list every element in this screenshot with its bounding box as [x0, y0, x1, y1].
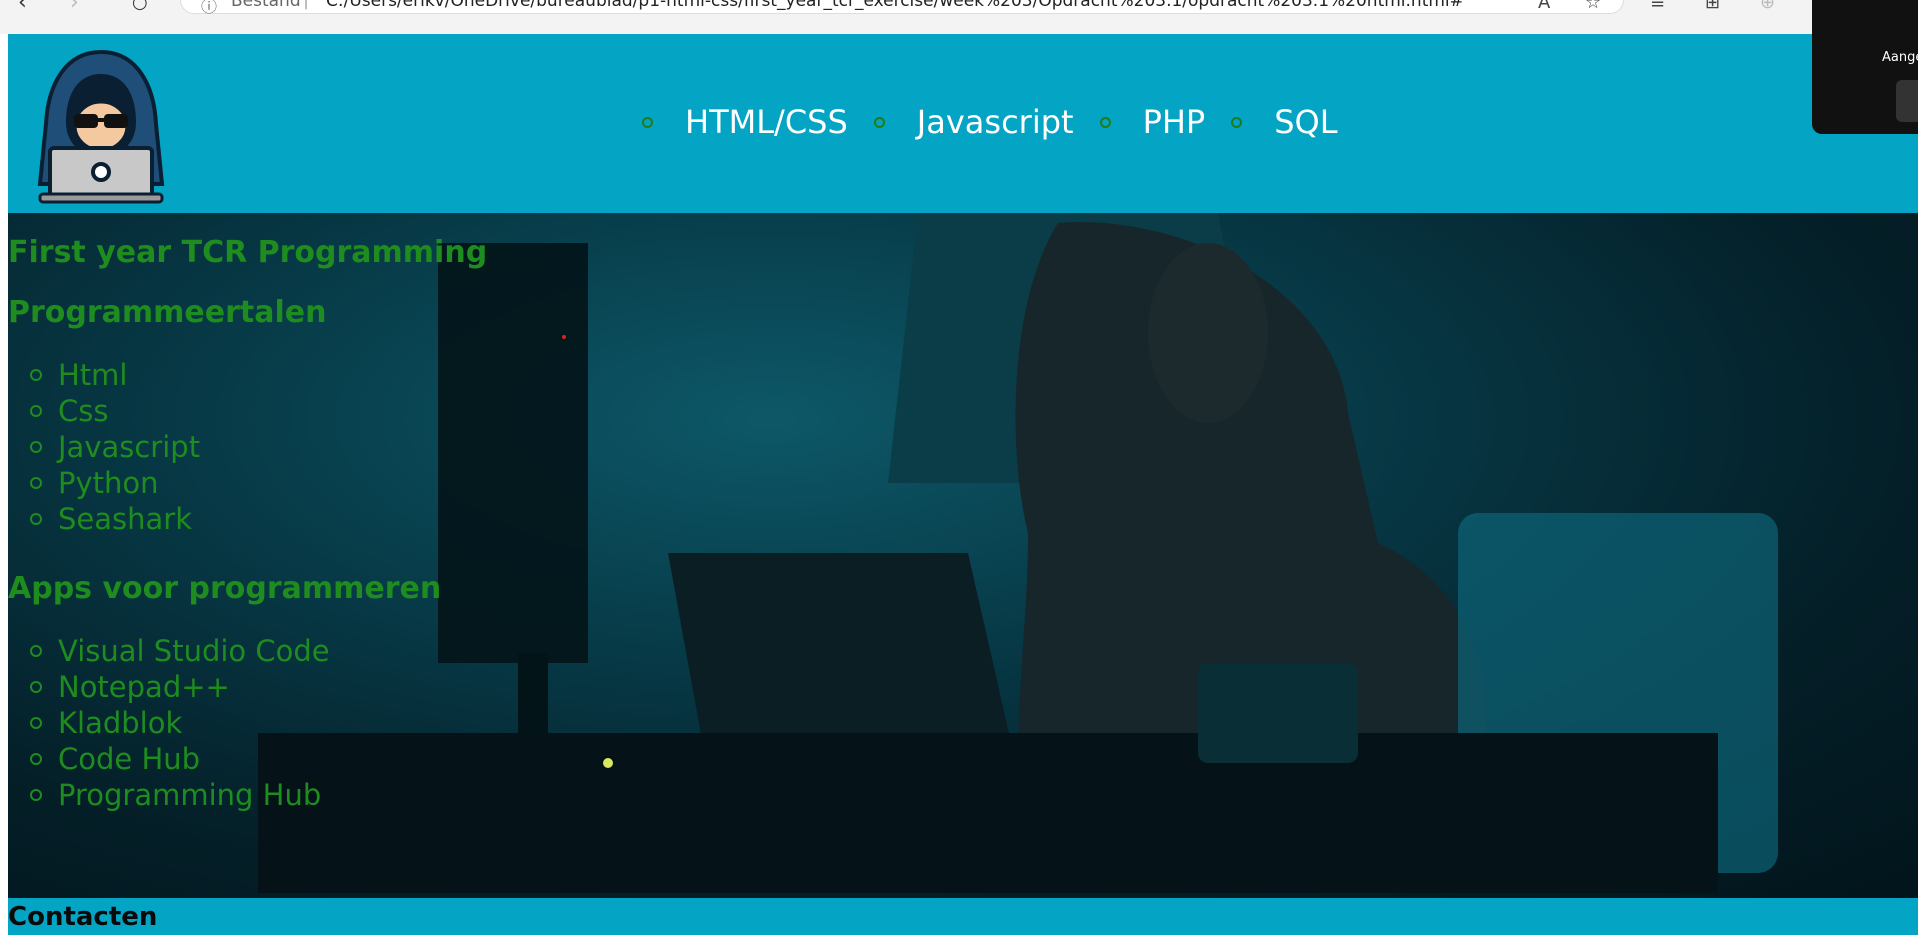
- list-bullet-icon: [30, 753, 42, 765]
- apps-heading: Apps voor programmeren: [8, 571, 442, 606]
- list-item-label: Visual Studio Code: [58, 634, 330, 668]
- nav-item-sql[interactable]: SQL: [1217, 103, 1349, 141]
- list-item-label: Javascript: [58, 430, 201, 464]
- page-title: First year TCR Programming: [8, 235, 488, 270]
- list-item-label: Kladblok: [58, 706, 183, 740]
- list-item: Visual Studio Code: [30, 633, 330, 669]
- refresh-icon[interactable]: ○: [132, 0, 158, 18]
- apps-list: Visual Studio Code Notepad++ Kladblok Co…: [30, 633, 330, 813]
- languages-heading: Programmeertalen: [8, 295, 327, 330]
- notification-button[interactable]: [1896, 80, 1918, 122]
- list-item-label: Notepad++: [58, 670, 230, 704]
- nav-item-html-css[interactable]: HTML/CSS: [628, 103, 860, 141]
- nav-link-javascript[interactable]: Javascript: [917, 103, 1074, 141]
- list-item: Python: [30, 465, 200, 501]
- list-bullet-icon: [30, 645, 42, 657]
- nav-bullet-icon: [1231, 116, 1243, 128]
- list-item: Notepad++: [30, 669, 330, 705]
- back-arrow-icon[interactable]: ‹: [18, 0, 44, 16]
- notification-popup[interactable]: Aange: [1812, 0, 1918, 134]
- read-aloud-icon[interactable]: A: [1538, 0, 1550, 13]
- list-bullet-icon: [30, 513, 42, 525]
- site-info-label: Bestand: [231, 0, 301, 11]
- nav-bullet-icon: [642, 116, 653, 128]
- contacts-heading: Contacten: [8, 902, 158, 932]
- notification-text: Aange: [1882, 50, 1918, 65]
- page: HTML/CSS Javascript PHP SQL First year T…: [8, 34, 1918, 935]
- red-dot: [562, 335, 566, 339]
- languages-list: Html Css Javascript Python Seashark: [30, 357, 200, 537]
- list-item: Javascript: [30, 429, 200, 465]
- list-item-label: Seashark: [58, 502, 192, 536]
- browser-toolbar: ‹ › ○ ⓘ Bestand | C:/Users/erikv/OneDriv…: [0, 0, 1918, 34]
- list-item-label: Html: [58, 358, 128, 392]
- list-item: Kladblok: [30, 705, 330, 741]
- list-item-label: Css: [58, 394, 109, 428]
- list-item: Seashark: [30, 501, 200, 537]
- collections-icon[interactable]: ⊞: [1705, 0, 1720, 13]
- list-bullet-icon: [30, 441, 42, 453]
- list-item: Programming Hub: [30, 777, 330, 813]
- site-header: HTML/CSS Javascript PHP SQL: [8, 34, 1918, 213]
- info-icon[interactable]: ⓘ: [201, 0, 217, 17]
- nav-bullet-icon: [873, 116, 885, 128]
- main-nav: HTML/CSS Javascript PHP SQL: [628, 102, 1350, 142]
- nav-item-php[interactable]: PHP: [1086, 103, 1218, 141]
- list-item: Code Hub: [30, 741, 330, 777]
- list-bullet-icon: [30, 369, 42, 381]
- list-item-label: Python: [58, 466, 159, 500]
- nav-link-html-css[interactable]: HTML/CSS: [685, 103, 848, 141]
- list-bullet-icon: [30, 477, 42, 489]
- extensions-icon[interactable]: ⊕: [1760, 0, 1775, 13]
- list-item-label: Code Hub: [58, 742, 201, 776]
- list-bullet-icon: [30, 717, 42, 729]
- site-footer: Contacten: [8, 898, 1918, 935]
- list-bullet-icon: [30, 681, 42, 693]
- address-bar[interactable]: ⓘ Bestand | C:/Users/erikv/OneDrive/bure…: [180, 0, 1624, 17]
- address-separator: |: [303, 0, 309, 10]
- list-item: Css: [30, 393, 200, 429]
- favorites-add-icon[interactable]: ☆: [1585, 0, 1601, 13]
- list-bullet-icon: [30, 405, 42, 417]
- list-item-label: Programming Hub: [58, 778, 322, 812]
- nav-link-sql[interactable]: SQL: [1274, 103, 1337, 141]
- list-bullet-icon: [30, 789, 42, 801]
- nav-link-php[interactable]: PHP: [1143, 103, 1206, 141]
- hacker-laptop-icon: [37, 49, 165, 204]
- url-text[interactable]: C:/Users/erikv/OneDrive/bureaublad/p1-ht…: [326, 0, 1464, 11]
- nav-bullet-icon: [1099, 116, 1111, 128]
- hero-background: First year TCR Programming Programmeerta…: [8, 213, 1918, 898]
- favorites-icon[interactable]: ≡: [1650, 0, 1665, 13]
- forward-arrow-icon[interactable]: ›: [70, 0, 96, 16]
- nav-item-javascript[interactable]: Javascript: [860, 103, 1086, 141]
- list-item: Html: [30, 357, 200, 393]
